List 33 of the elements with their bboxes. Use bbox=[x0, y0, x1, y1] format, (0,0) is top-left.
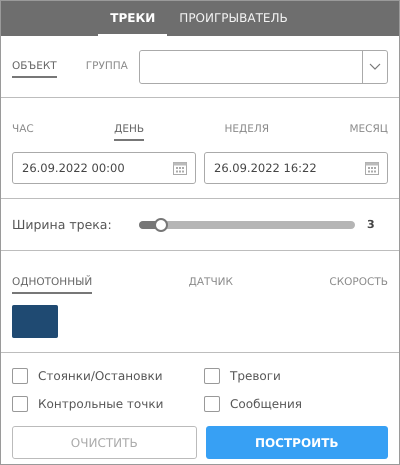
color-mode-tab[interactable]: ОДНОТОННЫЙ bbox=[12, 272, 92, 294]
color-mode-tab[interactable]: СКОРОСТЬ bbox=[329, 272, 388, 294]
action-button[interactable]: ПОСТРОИТЬ bbox=[206, 426, 388, 459]
color-swatch[interactable] bbox=[12, 305, 58, 338]
track-width-slider[interactable] bbox=[139, 220, 355, 228]
checkbox-label: Тревоги bbox=[230, 369, 281, 383]
slider-thumb[interactable] bbox=[154, 218, 168, 232]
checkbox-label: Стоянки/Остановки bbox=[38, 369, 163, 383]
color-mode-tab[interactable]: ДАТЧИК bbox=[188, 272, 233, 294]
mode-tab[interactable]: ГРУППА bbox=[86, 56, 128, 78]
calendar-icon bbox=[173, 161, 187, 175]
date-value: 26.09.2022 16:22 bbox=[214, 161, 317, 175]
period-tab[interactable]: ЧАС bbox=[12, 119, 34, 141]
checkbox[interactable] bbox=[12, 396, 28, 412]
checkbox[interactable] bbox=[204, 396, 220, 412]
tab[interactable]: ТРЕКИ bbox=[98, 1, 168, 36]
checkbox[interactable] bbox=[204, 368, 220, 384]
object-select[interactable] bbox=[138, 50, 388, 84]
checkbox-label: Сообщения bbox=[230, 397, 302, 411]
date-field[interactable]: 26.09.2022 00:00 bbox=[12, 152, 196, 184]
period-tab[interactable]: МЕСЯЦ bbox=[349, 119, 388, 141]
period-tab[interactable]: НЕДЕЛЯ bbox=[224, 119, 270, 141]
checkbox[interactable] bbox=[12, 368, 28, 384]
date-value: 26.09.2022 00:00 bbox=[22, 161, 125, 175]
tab[interactable]: ПРОИГРЫВАТЕЛЬ bbox=[167, 1, 300, 36]
chevron-down-icon bbox=[369, 63, 381, 70]
mode-tab[interactable]: ОБЪЕКТ bbox=[12, 56, 57, 78]
calendar-icon bbox=[365, 161, 379, 175]
track-width-label: Ширина трека: bbox=[12, 217, 113, 232]
track-width-value: 3 bbox=[367, 218, 375, 231]
date-field[interactable]: 26.09.2022 16:22 bbox=[204, 152, 388, 184]
period-tab[interactable]: ДЕНЬ bbox=[114, 119, 144, 141]
checkbox-label: Контрольные точки bbox=[38, 397, 164, 411]
